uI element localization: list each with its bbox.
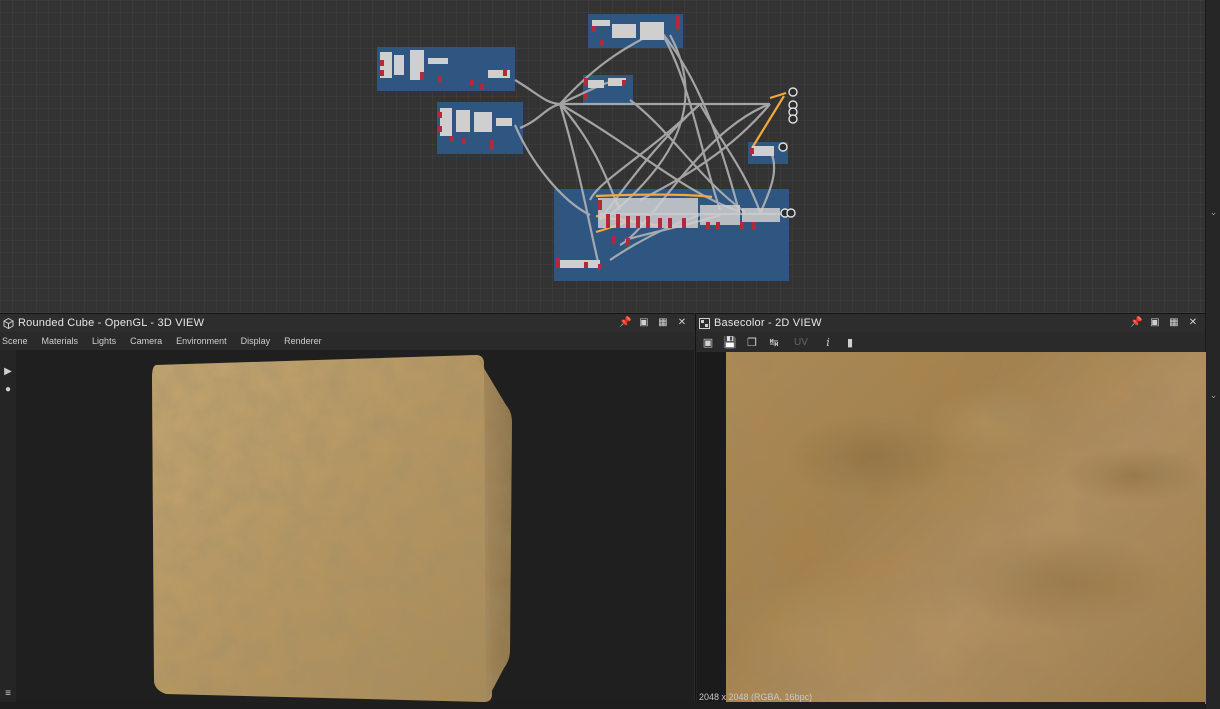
right-side-strip: ⌄ ⌄ <box>1205 0 1220 709</box>
pin-icon[interactable]: 📌 <box>1130 317 1142 329</box>
close-icon[interactable]: ✕ <box>1187 317 1199 329</box>
fit-view-icon[interactable]: ▣ <box>700 334 716 350</box>
panel-title: Basecolor - 2D VIEW <box>714 317 822 329</box>
2d-view-panel: Basecolor - 2D VIEW 📌 ▣ ▦ ✕ ▣ 💾 ❐ ↹ UV i… <box>695 313 1206 709</box>
maximize-icon[interactable]: ▦ <box>1168 317 1180 329</box>
menu-display[interactable]: Display <box>239 336 277 346</box>
panel-title-bar[interactable]: Rounded Cube - OpenGL - 3D VIEW 📌 ▣ ▦ ✕ <box>0 314 694 332</box>
2d-viewport[interactable]: 2048 x 2048 (RGBA, 16bpc) <box>697 352 1206 704</box>
panel-title: Rounded Cube - OpenGL - 3D VIEW <box>18 317 205 329</box>
basecolor-texture-preview[interactable] <box>726 352 1206 704</box>
bottom-status-strip <box>0 702 1205 709</box>
pin-icon[interactable]: 📌 <box>619 317 631 329</box>
export-icon[interactable]: ↹ <box>766 334 782 350</box>
layers-icon[interactable]: ≡ <box>2 688 14 700</box>
menu-renderer[interactable]: Renderer <box>282 336 328 346</box>
menu-environment[interactable]: Environment <box>174 336 233 346</box>
menu-materials[interactable]: Materials <box>40 336 85 346</box>
menu-lights[interactable]: Lights <box>90 336 122 346</box>
2d-view-toolbar: ▣ 💾 ❐ ↹ UV i ▮ <box>696 332 1205 352</box>
panel-title-bar[interactable]: Basecolor - 2D VIEW 📌 ▣ ▦ ✕ <box>696 314 1205 332</box>
uv-dropdown[interactable]: UV <box>788 334 814 350</box>
close-icon[interactable]: ✕ <box>676 317 688 329</box>
node-graph-canvas[interactable] <box>0 0 1205 313</box>
3d-viewport[interactable] <box>16 350 694 704</box>
chevron-down-icon[interactable]: ⌄ <box>1208 207 1219 218</box>
histogram-icon[interactable]: ▮ <box>842 334 858 350</box>
image-icon <box>698 317 710 329</box>
node-graph-svg[interactable] <box>0 0 1205 313</box>
3d-side-toolbar: ▶ ● ≡ <box>0 350 16 709</box>
rounded-cube-render[interactable] <box>16 350 694 704</box>
menu-scene[interactable]: Scene <box>0 336 34 346</box>
copy-icon[interactable]: ❐ <box>744 334 760 350</box>
chevron-down-icon[interactable]: ⌄ <box>1208 390 1219 401</box>
cube-icon <box>2 317 14 329</box>
light-bulb-icon[interactable]: ● <box>2 384 14 396</box>
restore-icon[interactable]: ▣ <box>638 317 650 329</box>
3d-view-panel: Rounded Cube - OpenGL - 3D VIEW 📌 ▣ ▦ ✕ … <box>0 313 694 709</box>
restore-icon[interactable]: ▣ <box>1149 317 1161 329</box>
camera-icon[interactable]: ▶ <box>2 366 14 378</box>
texture-noise <box>726 352 1206 704</box>
save-icon[interactable]: 💾 <box>722 334 738 350</box>
menu-camera[interactable]: Camera <box>128 336 168 346</box>
maximize-icon[interactable]: ▦ <box>657 317 669 329</box>
3d-view-menu-bar: Scene Materials Lights Camera Environmen… <box>0 332 694 350</box>
info-icon[interactable]: i <box>820 334 836 350</box>
texture-resolution-label: 2048 x 2048 (RGBA, 16bpc) <box>699 692 813 702</box>
